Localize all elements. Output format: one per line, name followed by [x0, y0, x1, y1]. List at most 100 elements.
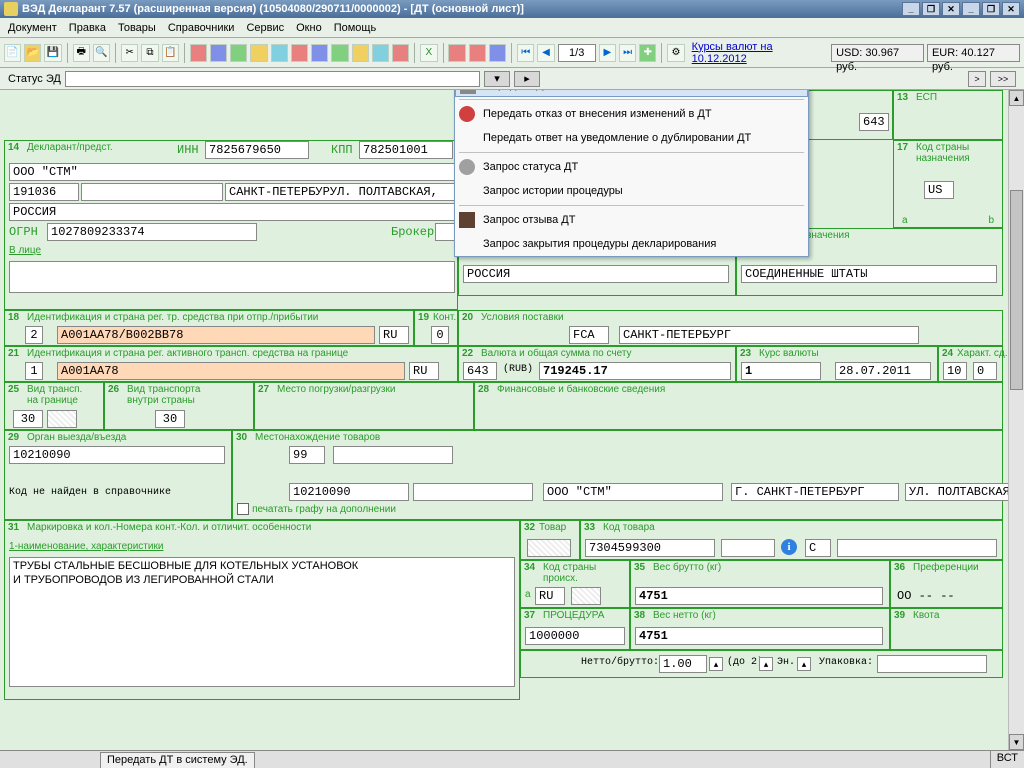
- menu-item-close-procedure[interactable]: Запрос закрытия процедуры декларирования: [455, 232, 808, 256]
- inco-place-input[interactable]: САНКТ-ПЕТЕРБУРГ: [619, 326, 919, 344]
- f30-e-input[interactable]: УЛ. ПОЛТАВСКАЯ, 7: [905, 483, 1024, 501]
- deal-a-input[interactable]: 10: [943, 362, 967, 380]
- mdi-restore-button[interactable]: ❐: [982, 2, 1000, 16]
- f30-b2-input[interactable]: [413, 483, 533, 501]
- inco-term-input[interactable]: FCA: [569, 326, 609, 344]
- kpp-input[interactable]: 782501001: [359, 141, 453, 159]
- nettobrutto-input[interactable]: 1.00: [659, 655, 707, 673]
- f26-input[interactable]: 30: [155, 410, 185, 428]
- page-number[interactable]: 1/3: [558, 44, 596, 62]
- city-input[interactable]: САНКТ-ПЕТЕРБУРУЛ. ПОЛТАВСКАЯ,: [225, 183, 455, 201]
- f21-ids-input[interactable]: А001АА78: [57, 362, 405, 380]
- rate-input[interactable]: 1: [741, 362, 821, 380]
- f29-input[interactable]: 10210090: [9, 446, 225, 464]
- f21-n-input[interactable]: 1: [25, 362, 43, 380]
- dest-country-code-input[interactable]: US: [924, 181, 954, 199]
- menu-help[interactable]: Помощь: [334, 22, 377, 34]
- tool-open-icon[interactable]: 📂: [24, 44, 41, 62]
- menu-window[interactable]: Окно: [296, 22, 322, 34]
- f25-input[interactable]: 30: [13, 410, 43, 428]
- nav-prev-icon[interactable]: ◀: [537, 44, 554, 62]
- status-action-button[interactable]: ▸: [514, 71, 540, 87]
- dest-country-input[interactable]: СОЕДИНЕННЫЕ ШТАТЫ: [741, 265, 997, 283]
- tool-preview-icon[interactable]: 🔍: [93, 44, 110, 62]
- blank1-input[interactable]: [81, 183, 223, 201]
- tool-flag-b-icon[interactable]: [469, 44, 486, 62]
- tool-code-c-icon[interactable]: [230, 44, 247, 62]
- menu-goods[interactable]: Товары: [118, 22, 156, 34]
- mdi-minimize-button[interactable]: _: [962, 2, 980, 16]
- tool-code-j-icon[interactable]: [372, 44, 389, 62]
- f30-a2-input[interactable]: [333, 446, 453, 464]
- menu-item-refuse-changes[interactable]: Передать отказ от внесения изменений в Д…: [455, 102, 808, 126]
- f38-input[interactable]: 4751: [635, 627, 883, 645]
- name-chars-link[interactable]: 1-наименование, характеристики: [9, 541, 163, 552]
- tool-code-k-icon[interactable]: [392, 44, 409, 62]
- info-icon[interactable]: i: [781, 539, 797, 555]
- cost-code-input[interactable]: 643: [859, 113, 889, 131]
- menu-item-duplicate-reply[interactable]: Передать ответ на уведомление о дублиров…: [455, 126, 808, 150]
- menu-document[interactable]: Документ: [8, 22, 57, 34]
- f21-cc-input[interactable]: RU: [409, 362, 439, 380]
- tool-flag-c-icon[interactable]: [489, 44, 506, 62]
- f35-input[interactable]: 4751: [635, 587, 883, 605]
- section-prev-button[interactable]: >: [968, 71, 986, 87]
- inface-link[interactable]: В лице: [9, 245, 41, 256]
- menu-edit[interactable]: Правка: [69, 22, 106, 34]
- menu-item-recall-request[interactable]: Запрос отзыва ДТ: [455, 208, 808, 232]
- tool-cut-icon[interactable]: ✂: [121, 44, 138, 62]
- menu-service[interactable]: Сервис: [246, 22, 284, 34]
- scroll-down-button[interactable]: ▼: [1009, 734, 1024, 750]
- f19-input[interactable]: 0: [431, 326, 449, 344]
- tool-excel-icon[interactable]: X: [420, 44, 437, 62]
- spinner-up-icon[interactable]: ▴: [709, 657, 723, 671]
- org-name-input[interactable]: ООО "СТМ": [9, 163, 455, 181]
- tool-save-icon[interactable]: 💾: [44, 44, 61, 62]
- country-input[interactable]: РОССИЯ: [9, 203, 455, 221]
- tool-new-icon[interactable]: 📄: [4, 44, 21, 62]
- status-tab[interactable]: Передать ДТ в систему ЭД.: [100, 752, 255, 768]
- deal-b-input[interactable]: 0: [973, 362, 997, 380]
- origin-country-input[interactable]: РОССИЯ: [463, 265, 729, 283]
- menu-item-transfer-dt[interactable]: Передать ДТ: [455, 90, 808, 97]
- tool-code-f-icon[interactable]: [291, 44, 308, 62]
- nav-first-icon[interactable]: ⏮: [517, 44, 534, 62]
- f18-cc-input[interactable]: RU: [379, 326, 409, 344]
- mdi-close-button[interactable]: ✕: [1002, 2, 1020, 16]
- scroll-up-button[interactable]: ▲: [1009, 90, 1024, 106]
- menu-item-history-request[interactable]: Запрос истории процедуры: [455, 179, 808, 203]
- minimize-button[interactable]: _: [902, 2, 920, 16]
- menu-item-status-request[interactable]: Запрос статуса ДТ: [455, 155, 808, 179]
- nav-add-icon[interactable]: ✚: [639, 44, 656, 62]
- menu-references[interactable]: Справочники: [168, 22, 235, 34]
- scroll-thumb[interactable]: [1010, 190, 1023, 390]
- tool-paste-icon[interactable]: 📋: [162, 44, 179, 62]
- tool-flag-a-icon[interactable]: [448, 44, 465, 62]
- close-button[interactable]: ✕: [942, 2, 960, 16]
- restore-button[interactable]: ❐: [922, 2, 940, 16]
- tool-code-i-icon[interactable]: [352, 44, 369, 62]
- invoice-sum-input[interactable]: 719245.17: [539, 362, 731, 380]
- vertical-scrollbar[interactable]: ▲ ▼: [1008, 90, 1024, 768]
- f30-b-input[interactable]: 10210090: [289, 483, 409, 501]
- nav-last-icon[interactable]: ⏭: [619, 44, 636, 62]
- f18-n-input[interactable]: 2: [25, 326, 43, 344]
- f18-ids-input[interactable]: А001АА78/В002ВВ78: [57, 326, 375, 344]
- section-next-button[interactable]: >>: [990, 71, 1016, 87]
- tool-code-b-icon[interactable]: [210, 44, 227, 62]
- broker-input[interactable]: [435, 223, 455, 241]
- inn-input[interactable]: 7825679650: [205, 141, 309, 159]
- nav-next-icon[interactable]: ▶: [599, 44, 616, 62]
- ogrn-input[interactable]: 1027809233374: [47, 223, 257, 241]
- tool-code-a-icon[interactable]: [190, 44, 207, 62]
- currency-code-input[interactable]: 643: [463, 362, 497, 380]
- status-dropdown-button[interactable]: ▾: [484, 71, 510, 87]
- tool-code-h-icon[interactable]: [331, 44, 348, 62]
- tool-rates-icon[interactable]: ⚙: [667, 44, 684, 62]
- goods-desc-input[interactable]: ТРУБЫ СТАЛЬНЫЕ БЕСШОВНЫЕ ДЛЯ КОТЕЛЬНЫХ У…: [9, 557, 515, 687]
- f34-input[interactable]: RU: [535, 587, 565, 605]
- f30-a-input[interactable]: 99: [289, 446, 325, 464]
- f30-c-input[interactable]: ООО "СТМ": [543, 483, 723, 501]
- tool-code-d-icon[interactable]: [250, 44, 267, 62]
- zip-input[interactable]: 191036: [9, 183, 79, 201]
